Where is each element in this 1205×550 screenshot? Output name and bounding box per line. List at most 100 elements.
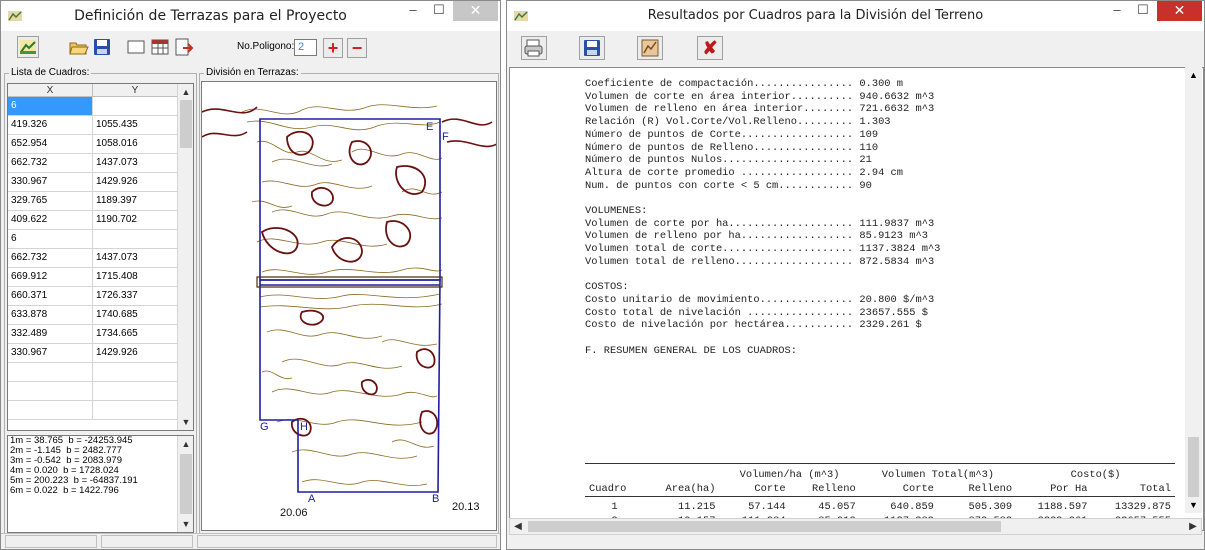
grid-row[interactable]: 669.912 1715.408 [8,268,193,287]
scroll-thumb[interactable] [180,454,192,514]
grid-row[interactable] [8,382,193,401]
grid-row[interactable]: 6 [8,97,193,116]
cell-y[interactable] [93,97,178,115]
equations-scrollbar[interactable]: ▲ ▼ [177,436,193,532]
floppy-disk-icon [584,40,600,56]
grid-row[interactable] [8,363,193,382]
scroll-right-icon[interactable]: ▶ [1185,519,1201,534]
scroll-left-icon[interactable]: ◀ [510,519,526,534]
scroll-thumb[interactable] [180,100,192,148]
report-vertical-scrollbar[interactable]: ▲ ▼ [1185,67,1202,513]
cell-y[interactable]: 1437.073 [93,249,178,267]
maximize-button[interactable]: ☐ [426,1,452,21]
cell-x[interactable]: 662.732 [8,154,93,172]
new-button[interactable] [125,36,147,58]
cell-x[interactable] [8,363,93,381]
scroll-down-icon[interactable]: ▼ [178,414,193,430]
cuadro-cell: 1 [611,501,618,513]
grid-row[interactable]: 329.765 1189.397 [8,192,193,211]
cell-y[interactable]: 1740.685 [93,306,178,324]
close-report-icon[interactable]: ✘ [697,36,723,60]
column-header-x[interactable]: X [8,84,93,96]
remove-polygon-button[interactable]: − [347,38,367,58]
cell-x[interactable]: 669.912 [8,268,93,286]
export-arrow-icon [175,38,194,56]
scroll-up-icon[interactable]: ▲ [1185,67,1202,83]
grid-row[interactable]: 419.326 1055.435 [8,116,193,135]
report-line: Número de puntos Nulos..................… [585,154,872,167]
cell-y[interactable]: 1189.397 [93,192,178,210]
cell-y[interactable] [93,230,178,248]
scroll-up-icon[interactable]: ▲ [178,84,193,100]
grid-row[interactable]: 409.622 1190.702 [8,211,193,230]
export-button[interactable] [173,36,195,58]
grid-scrollbar[interactable]: ▲ ▼ [177,84,193,430]
cell-y[interactable]: 1734.665 [93,325,178,343]
maximize-button[interactable]: ☐ [1130,1,1156,21]
close-button[interactable]: ✕ [1157,1,1202,21]
grid-row[interactable]: 652.954 1058.016 [8,135,193,154]
cell-y[interactable] [93,382,178,400]
grid-row[interactable]: 330.967 1429.926 [8,173,193,192]
cell-y[interactable]: 1429.926 [93,344,178,362]
cell-x[interactable] [8,401,93,419]
scroll-thumb[interactable] [1188,437,1199,497]
cell-y[interactable]: 1055.435 [93,116,178,134]
cell-x[interactable]: 332.489 [8,325,93,343]
close-button[interactable]: ✕ [453,1,498,21]
cell-x[interactable]: 329.765 [8,192,93,210]
grid-row[interactable] [8,401,193,420]
cell-x[interactable]: 633.878 [8,306,93,324]
scroll-thumb[interactable] [528,521,1001,532]
app-icon [514,11,528,21]
scroll-down-icon[interactable]: ▼ [178,516,193,532]
report-line: Coeficiente de compactación.............… [585,78,904,90]
report-horizontal-scrollbar[interactable]: ◀ ▶ [509,518,1202,535]
grid-row[interactable]: 332.489 1734.665 [8,325,193,344]
save-button[interactable] [91,36,113,58]
grid-row[interactable]: 330.967 1429.926 [8,344,193,363]
cell-y[interactable]: 1429.926 [93,173,178,191]
floppy-disk-icon [94,39,110,55]
cell-y[interactable]: 1726.337 [93,287,178,305]
cell-y[interactable]: 1058.016 [93,135,178,153]
scroll-up-icon[interactable]: ▲ [178,436,193,452]
grid-row[interactable]: 6 [8,230,193,249]
cell-x[interactable]: 662.732 [8,249,93,267]
terrain-map[interactable]: G H A B E F 20.06 20.13 [201,81,497,531]
grid-row[interactable]: 662.732 1437.073 [8,249,193,268]
cell-x[interactable]: 652.954 [8,135,93,153]
scroll-down-icon[interactable]: ▼ [1185,497,1202,513]
cell-y[interactable] [93,363,178,381]
report-panel[interactable]: Coeficiente de compactación.............… [509,67,1204,531]
open-button[interactable] [67,36,89,58]
cell-x[interactable]: 330.967 [8,173,93,191]
table-button[interactable] [149,36,171,58]
cell-y[interactable]: 1715.408 [93,268,178,286]
cell-x[interactable] [8,382,93,400]
polygon-number-input[interactable]: 2 [294,39,317,56]
terrain-view-button[interactable] [17,36,39,58]
cell-y[interactable]: 1190.702 [93,211,178,229]
chart-button[interactable] [637,36,663,60]
cell-x[interactable]: 409.622 [8,211,93,229]
equations-list[interactable]: 1m = 38.765 b = -24253.945 2m = -1.145 b … [7,435,194,533]
minimize-button[interactable]: – [400,1,426,21]
cell-x[interactable]: 419.326 [8,116,93,134]
cell-x[interactable]: 6 [8,97,93,115]
print-button[interactable] [521,36,547,60]
grid-row[interactable]: 660.371 1726.337 [8,287,193,306]
cell-x[interactable]: 660.371 [8,287,93,305]
minimize-button[interactable]: – [1104,1,1130,21]
column-header-y[interactable]: Y [93,84,178,96]
cell-x[interactable]: 6 [8,230,93,248]
grid-row[interactable]: 662.732 1437.073 [8,154,193,173]
save-button[interactable] [579,36,605,60]
cell-x[interactable]: 330.967 [8,344,93,362]
value-cell: 45.057 [818,501,856,513]
coordinates-grid[interactable]: X Y 6 419.326 1055.435 652.954 1058.016 662.7… [7,83,194,431]
cell-y[interactable] [93,401,178,419]
cell-y[interactable]: 1437.073 [93,154,178,172]
grid-row[interactable]: 633.878 1740.685 [8,306,193,325]
add-polygon-button[interactable]: + [323,38,343,58]
